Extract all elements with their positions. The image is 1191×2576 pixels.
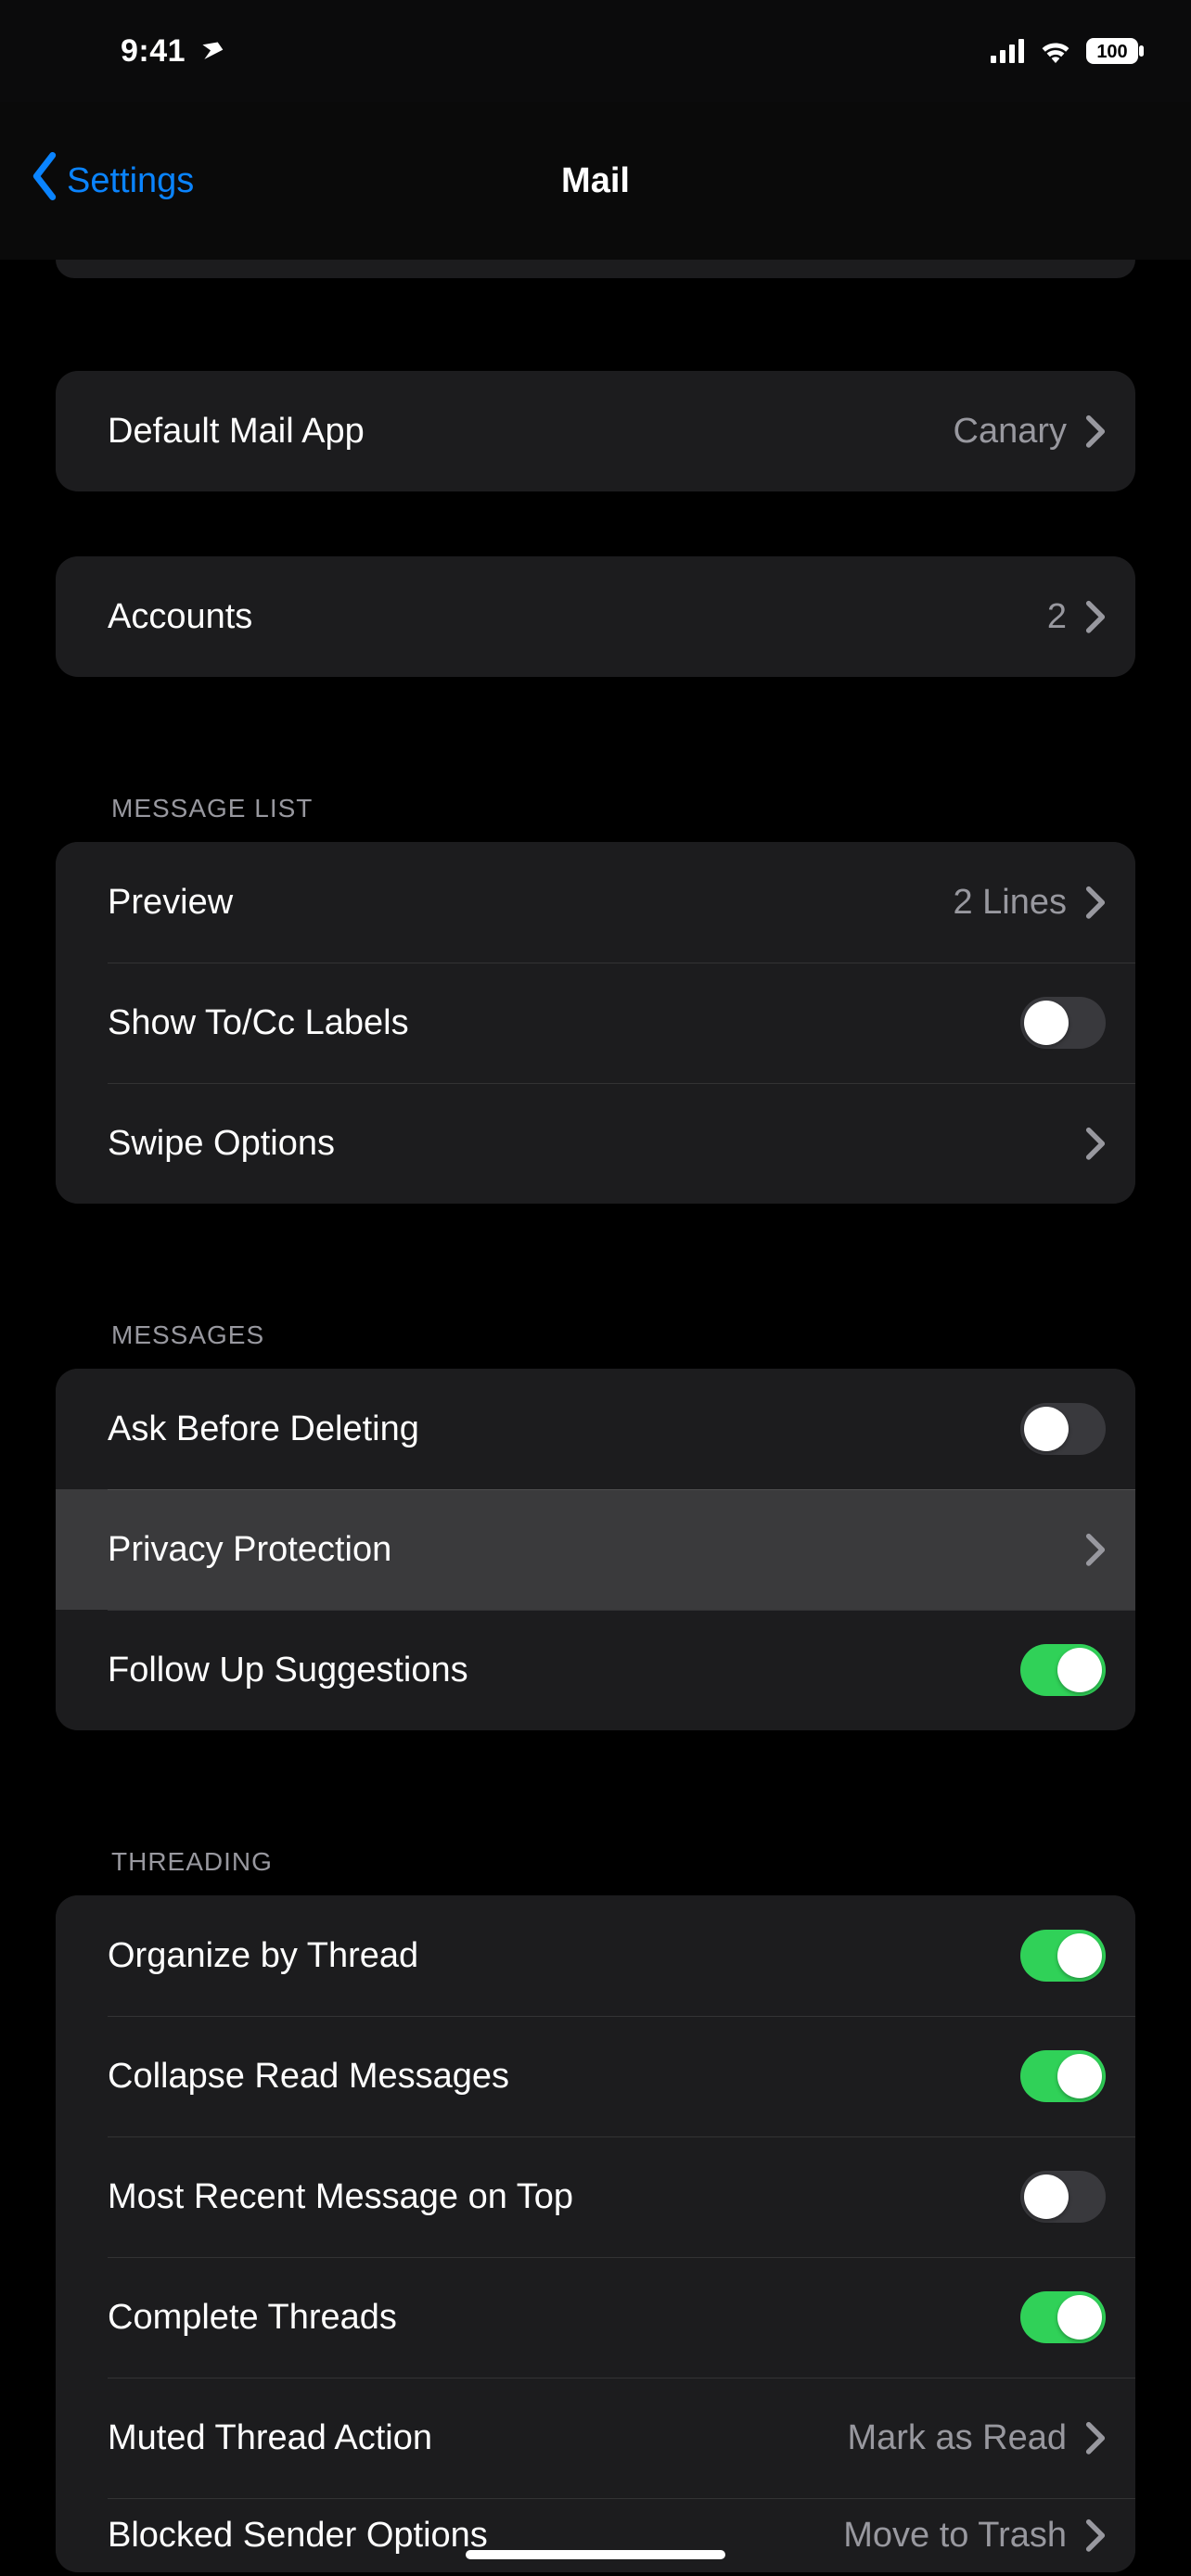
row-label: Privacy Protection: [108, 1530, 391, 1570]
section-header-messages: MESSAGES: [56, 1269, 1135, 1369]
row-label: Muted Thread Action: [108, 2418, 432, 2458]
group-default-mail-app: Default Mail App Canary: [56, 371, 1135, 491]
row-label: Blocked Sender Options: [108, 2516, 488, 2556]
status-left: 9:41: [121, 33, 224, 70]
row-label: Preview: [108, 883, 233, 923]
row-show-tocc: Show To/Cc Labels: [56, 963, 1135, 1083]
row-label: Collapse Read Messages: [108, 2057, 509, 2097]
section-header-message-list: MESSAGE LIST: [56, 742, 1135, 842]
chevron-left-icon: [28, 152, 61, 210]
prev-group-sliver: [56, 260, 1135, 278]
section-header-threading: THREADING: [56, 1795, 1135, 1895]
back-button[interactable]: Settings: [28, 152, 194, 210]
row-label: Complete Threads: [108, 2298, 397, 2338]
svg-text:100: 100: [1096, 42, 1127, 62]
group-threading: Organize by Thread Collapse Read Message…: [56, 1895, 1135, 2572]
row-label: Default Mail App: [108, 412, 365, 452]
chevron-right-icon: [1085, 2421, 1106, 2455]
row-label: Accounts: [108, 597, 252, 637]
chevron-right-icon: [1085, 2519, 1106, 2552]
row-label: Ask Before Deleting: [108, 1409, 419, 1449]
row-accounts[interactable]: Accounts 2: [56, 556, 1135, 677]
home-indicator[interactable]: [466, 2550, 725, 2559]
status-bar: 9:41 100: [0, 0, 1191, 102]
group-accounts: Accounts 2: [56, 556, 1135, 677]
row-complete-threads: Complete Threads: [56, 2257, 1135, 2378]
cellular-icon: [991, 39, 1026, 63]
row-label: Follow Up Suggestions: [108, 1651, 468, 1690]
row-blocked-sender-options[interactable]: Blocked Sender Options Move to Trash: [56, 2498, 1135, 2572]
content-inner: Default Mail App Canary Accounts 2: [0, 260, 1191, 2572]
row-privacy-protection[interactable]: Privacy Protection: [56, 1489, 1135, 1610]
nav-bar: Settings Mail: [0, 102, 1191, 260]
status-time: 9:41: [121, 33, 186, 70]
toggle-organize-by-thread[interactable]: [1020, 1930, 1106, 1982]
row-follow-up-suggestions: Follow Up Suggestions: [56, 1610, 1135, 1730]
group-message-list: Preview 2 Lines Show To/Cc Labels Swipe …: [56, 842, 1135, 1204]
chevron-right-icon: [1085, 1533, 1106, 1566]
chevron-right-icon: [1085, 414, 1106, 448]
wifi-icon: [1039, 39, 1072, 63]
battery-icon: 100: [1085, 37, 1145, 65]
row-swipe-options[interactable]: Swipe Options: [56, 1083, 1135, 1204]
toggle-most-recent-on-top[interactable]: [1020, 2171, 1106, 2223]
row-value: Canary: [954, 412, 1068, 452]
chevron-right-icon: [1085, 1127, 1106, 1160]
row-value: 2 Lines: [953, 883, 1067, 923]
toggle-show-tocc[interactable]: [1020, 997, 1106, 1049]
toggle-follow-up-suggestions[interactable]: [1020, 1644, 1106, 1696]
chevron-right-icon: [1085, 600, 1106, 633]
back-label: Settings: [67, 161, 194, 201]
row-preview[interactable]: Preview 2 Lines: [56, 842, 1135, 963]
toggle-ask-before-deleting[interactable]: [1020, 1403, 1106, 1455]
row-default-mail-app[interactable]: Default Mail App Canary: [56, 371, 1135, 491]
row-collapse-read-messages: Collapse Read Messages: [56, 2016, 1135, 2136]
location-icon: [198, 38, 224, 64]
row-label: Organize by Thread: [108, 1936, 418, 1976]
row-label: Most Recent Message on Top: [108, 2177, 573, 2217]
status-right: 100: [991, 37, 1145, 65]
row-label: Show To/Cc Labels: [108, 1003, 409, 1043]
row-value: Move to Trash: [843, 2516, 1067, 2556]
toggle-collapse-read-messages[interactable]: [1020, 2050, 1106, 2102]
content-scroll[interactable]: Default Mail App Canary Accounts 2: [0, 260, 1191, 2576]
row-most-recent-on-top: Most Recent Message on Top: [56, 2136, 1135, 2257]
row-ask-before-deleting: Ask Before Deleting: [56, 1369, 1135, 1489]
page-title: Mail: [561, 161, 630, 201]
row-muted-thread-action[interactable]: Muted Thread Action Mark as Read: [56, 2378, 1135, 2498]
screen: 9:41 100: [0, 0, 1191, 2576]
row-value: Mark as Read: [847, 2418, 1067, 2458]
toggle-complete-threads[interactable]: [1020, 2291, 1106, 2343]
row-value: 2: [1047, 597, 1067, 637]
chevron-right-icon: [1085, 886, 1106, 919]
row-organize-by-thread: Organize by Thread: [56, 1895, 1135, 2016]
group-messages: Ask Before Deleting Privacy Protection F…: [56, 1369, 1135, 1730]
row-label: Swipe Options: [108, 1124, 335, 1164]
